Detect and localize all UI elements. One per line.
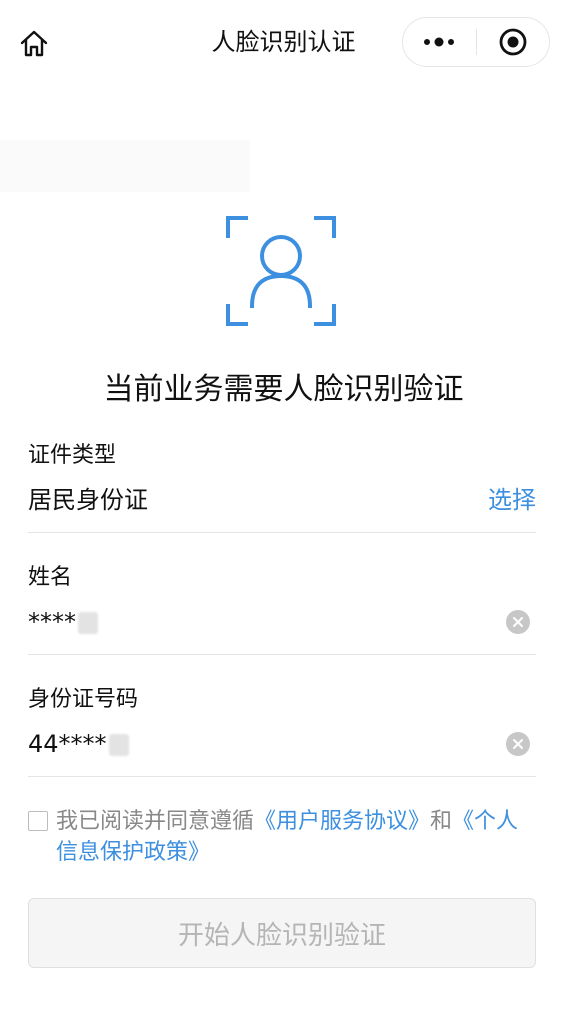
face-scan-icon bbox=[226, 216, 336, 326]
id-number-label: 身份证号码 bbox=[28, 687, 139, 712]
name-label: 姓名 bbox=[28, 565, 73, 590]
name-value: **** bbox=[28, 608, 76, 636]
nav-header: 人脸识别认证 bbox=[0, 0, 567, 86]
user-agreement-link[interactable]: 《用户服务协议》 bbox=[254, 809, 430, 834]
id-type-row: 证件类型 居民身份证 选择 bbox=[28, 436, 536, 533]
start-face-verification-button[interactable]: 开始人脸识别验证 bbox=[28, 898, 536, 968]
more-dots-icon bbox=[424, 37, 455, 47]
agreement-conjunction: 和 bbox=[430, 809, 453, 834]
clear-id-number-button[interactable] bbox=[506, 732, 530, 756]
id-type-label: 证件类型 bbox=[28, 443, 117, 468]
close-button[interactable] bbox=[477, 18, 550, 66]
more-button[interactable] bbox=[403, 18, 476, 66]
target-close-icon bbox=[499, 28, 527, 56]
id-type-value: 居民身份证 bbox=[28, 486, 148, 514]
id-number-row: 身份证号码 44**** bbox=[28, 680, 536, 777]
clear-x-icon bbox=[513, 739, 523, 749]
verification-headline: 当前业务需要人脸识别验证 bbox=[103, 372, 464, 407]
clear-x-icon bbox=[513, 617, 523, 627]
name-field[interactable]: **** bbox=[28, 604, 98, 640]
agreement-prefix: 我已阅读并同意遵循 bbox=[56, 809, 255, 834]
agreement-section: 我已阅读并同意遵循《用户服务协议》和《个人信息保护政策》 bbox=[28, 806, 538, 868]
select-id-type-button[interactable]: 选择 bbox=[488, 482, 536, 518]
blurred-artifact bbox=[0, 140, 250, 192]
id-number-value: 44**** bbox=[28, 730, 107, 758]
agreement-text: 我已阅读并同意遵循《用户服务协议》和《个人信息保护政策》 bbox=[56, 806, 538, 868]
name-row: 姓名 **** bbox=[28, 558, 536, 655]
mini-program-capsule bbox=[402, 17, 550, 67]
redacted-blur bbox=[108, 734, 129, 756]
clear-name-button[interactable] bbox=[506, 610, 530, 634]
id-number-field[interactable]: 44**** bbox=[28, 726, 129, 762]
redacted-blur bbox=[78, 612, 98, 634]
agreement-checkbox[interactable] bbox=[28, 811, 48, 831]
